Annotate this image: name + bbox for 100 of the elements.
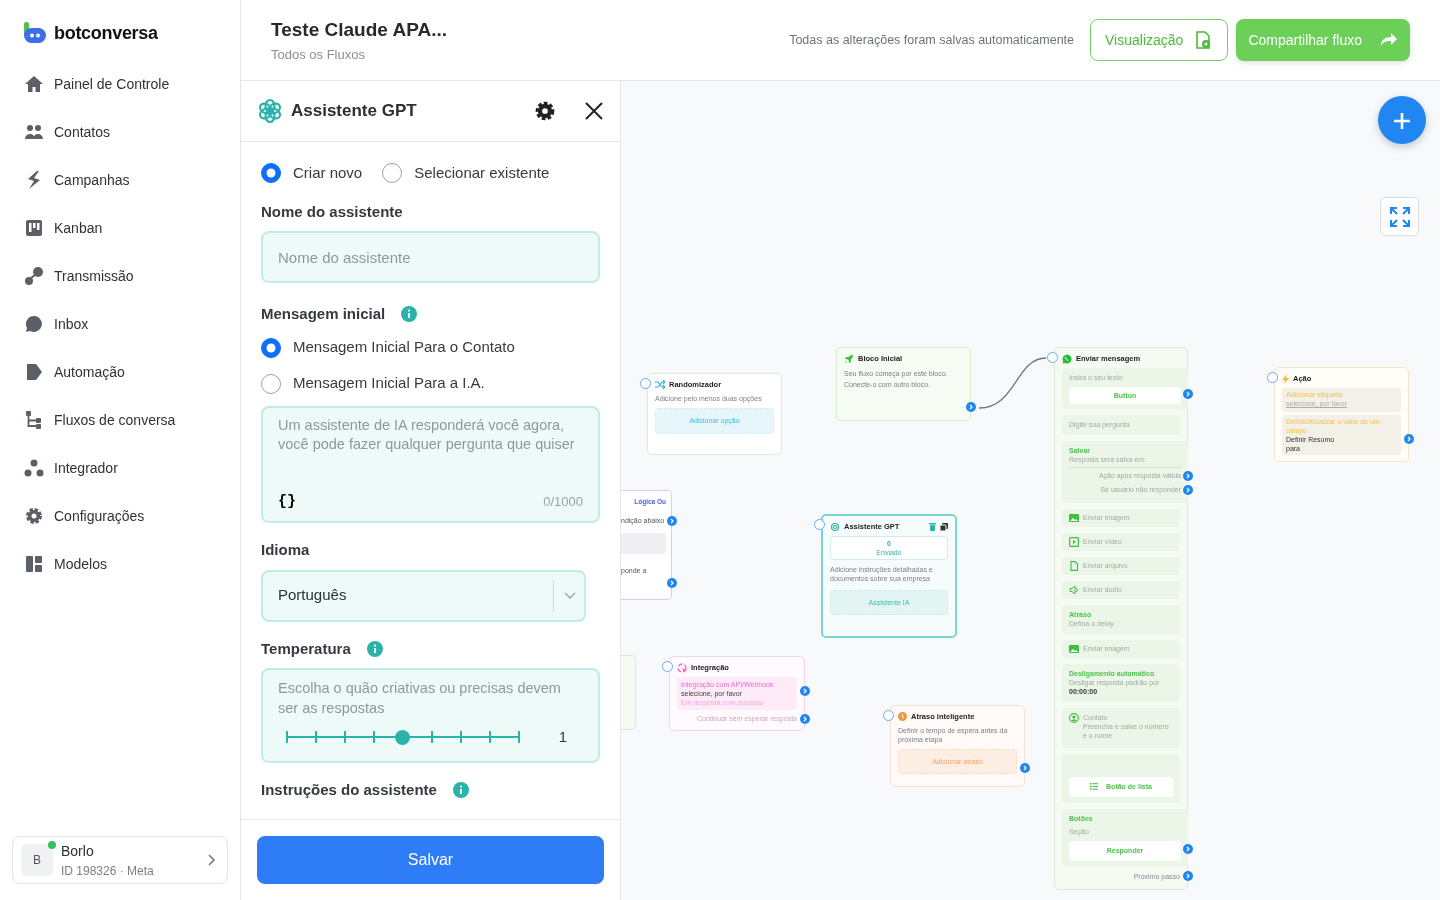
share-icon: [1380, 32, 1398, 48]
input-handle[interactable]: [883, 710, 894, 721]
radio-button[interactable]: [261, 373, 281, 394]
save-button[interactable]: Salvar: [257, 836, 604, 884]
radio-button[interactable]: [261, 163, 281, 184]
chevron-right-icon: [969, 404, 973, 410]
option-label: Mensagem Inicial Para o Contato: [293, 337, 515, 358]
trash-icon[interactable]: [929, 523, 936, 531]
output-handle[interactable]: [800, 686, 810, 696]
brand-name: botconversa: [54, 21, 158, 45]
input-handle[interactable]: [1047, 352, 1058, 363]
avatar-initial: B: [33, 852, 41, 869]
sidebar-item[interactable]: Modelos: [12, 540, 228, 588]
home-icon: [24, 74, 44, 94]
fullscreen-button[interactable]: [1380, 197, 1419, 236]
chevron-right-icon: [803, 716, 807, 722]
close-icon[interactable]: [584, 101, 604, 121]
copy-icon[interactable]: [940, 523, 948, 531]
chevron-right-icon: [803, 688, 807, 694]
user-name: Borlo: [61, 841, 95, 861]
temperature-hint: Escolha o quão criativas ou precisas devem ser as respostas: [278, 679, 562, 718]
field-label: Idioma: [261, 540, 311, 560]
output-handle[interactable]: [1183, 388, 1193, 399]
field-label: Mensagem inicial: [261, 304, 386, 324]
plus-icon: [1393, 111, 1411, 130]
variable-button[interactable]: {}: [278, 490, 296, 513]
shuffle-icon: [655, 380, 665, 390]
bolt-icon: [1282, 374, 1289, 384]
chevron-right-icon: [1023, 765, 1027, 771]
language-select[interactable]: Português: [261, 569, 586, 622]
input-handle[interactable]: [662, 661, 673, 672]
save-status: Todas as alterações foram salvas automaticamente: [789, 31, 1075, 49]
output-handle[interactable]: [1183, 471, 1193, 481]
option-label: Selecionar existente: [414, 163, 550, 183]
broadcast-icon: [24, 266, 44, 286]
output-handle[interactable]: [800, 714, 810, 724]
slider-thumb[interactable]: [395, 729, 410, 745]
flow-title: Teste Claude APA...: [271, 18, 448, 42]
info-icon: [366, 640, 383, 657]
clock-icon: [898, 712, 907, 722]
image-icon: [1069, 643, 1079, 654]
output-handle[interactable]: [1183, 870, 1193, 881]
user-meta: ID 198326 · Meta: [61, 862, 155, 880]
sidebar-item[interactable]: Configurações: [12, 492, 228, 540]
whatsapp-icon: [1062, 354, 1072, 364]
output-handle[interactable]: [1183, 844, 1193, 854]
radio-button[interactable]: [382, 163, 403, 184]
sidebar-item[interactable]: Fluxos de conversa: [12, 396, 228, 444]
option-label: Mensagem Inicial Para a I.A.: [293, 373, 485, 394]
expand-icon: [1389, 206, 1410, 227]
play-icon: [1069, 537, 1079, 547]
sidebar-item[interactable]: Campanhas: [12, 156, 228, 204]
node-edge[interactable]: [621, 655, 636, 730]
sidebar-item[interactable]: Inbox: [12, 300, 228, 348]
input-handle[interactable]: [640, 378, 651, 389]
chevron-right-icon: [1186, 846, 1190, 852]
output-handle[interactable]: [1404, 434, 1414, 444]
settings-icon[interactable]: [534, 100, 556, 122]
output-handle[interactable]: [667, 578, 677, 588]
account-card[interactable]: B Borlo ID 198326 · Meta: [12, 836, 228, 884]
input-handle[interactable]: [1267, 372, 1278, 383]
input-handle[interactable]: [814, 519, 825, 530]
flag-icon: [24, 362, 44, 382]
radio-button[interactable]: [261, 337, 281, 358]
sidebar-item[interactable]: Transmissão: [12, 252, 228, 300]
output-handle[interactable]: [1020, 763, 1030, 773]
field-label: Nome do assistente: [261, 201, 404, 222]
sidebar-item[interactable]: Automação: [12, 348, 228, 396]
sidebar-item[interactable]: Painel de Controle: [12, 60, 228, 108]
chevron-down-icon: [564, 591, 576, 600]
panel-title: Assistente GPT: [291, 100, 418, 123]
output-handle[interactable]: [667, 515, 677, 526]
grid-icon: [24, 554, 44, 574]
message-field[interactable]: Um assistente de IA responderá você agora, você pode fazer qualquer pergunta que quiser {} 0/1000: [261, 405, 600, 523]
contact-icon: [1069, 712, 1079, 723]
add-button[interactable]: [1378, 96, 1426, 144]
chevron-right-icon: [1186, 473, 1190, 479]
people-icon: [24, 122, 44, 142]
output-handle[interactable]: [1183, 484, 1193, 495]
connector-line: [978, 357, 1047, 409]
rocket-icon: [844, 354, 854, 364]
chevron-right-icon: [1186, 390, 1190, 397]
slider-value: 1: [558, 727, 567, 747]
field-label: Temperatura: [261, 638, 351, 659]
image-icon: [1069, 513, 1079, 523]
info-icon: [452, 781, 469, 798]
slider-track[interactable]: [286, 729, 518, 746]
sidebar-item[interactable]: Contatos: [12, 108, 228, 156]
list-icon: [1090, 783, 1099, 791]
output-handle[interactable]: [966, 402, 976, 412]
logo-icon: [24, 22, 46, 44]
nodes-icon: [24, 458, 44, 478]
chat-icon: [24, 314, 44, 334]
chevron-right-icon: [207, 854, 215, 866]
name-field[interactable]: Nome do assistente: [261, 231, 600, 283]
chevron-right-icon: [670, 580, 674, 586]
info-icon: [401, 306, 418, 323]
file-icon: [1069, 561, 1079, 571]
sidebar-item[interactable]: Integrador: [12, 444, 228, 492]
sidebar-item[interactable]: Kanban: [12, 204, 228, 252]
